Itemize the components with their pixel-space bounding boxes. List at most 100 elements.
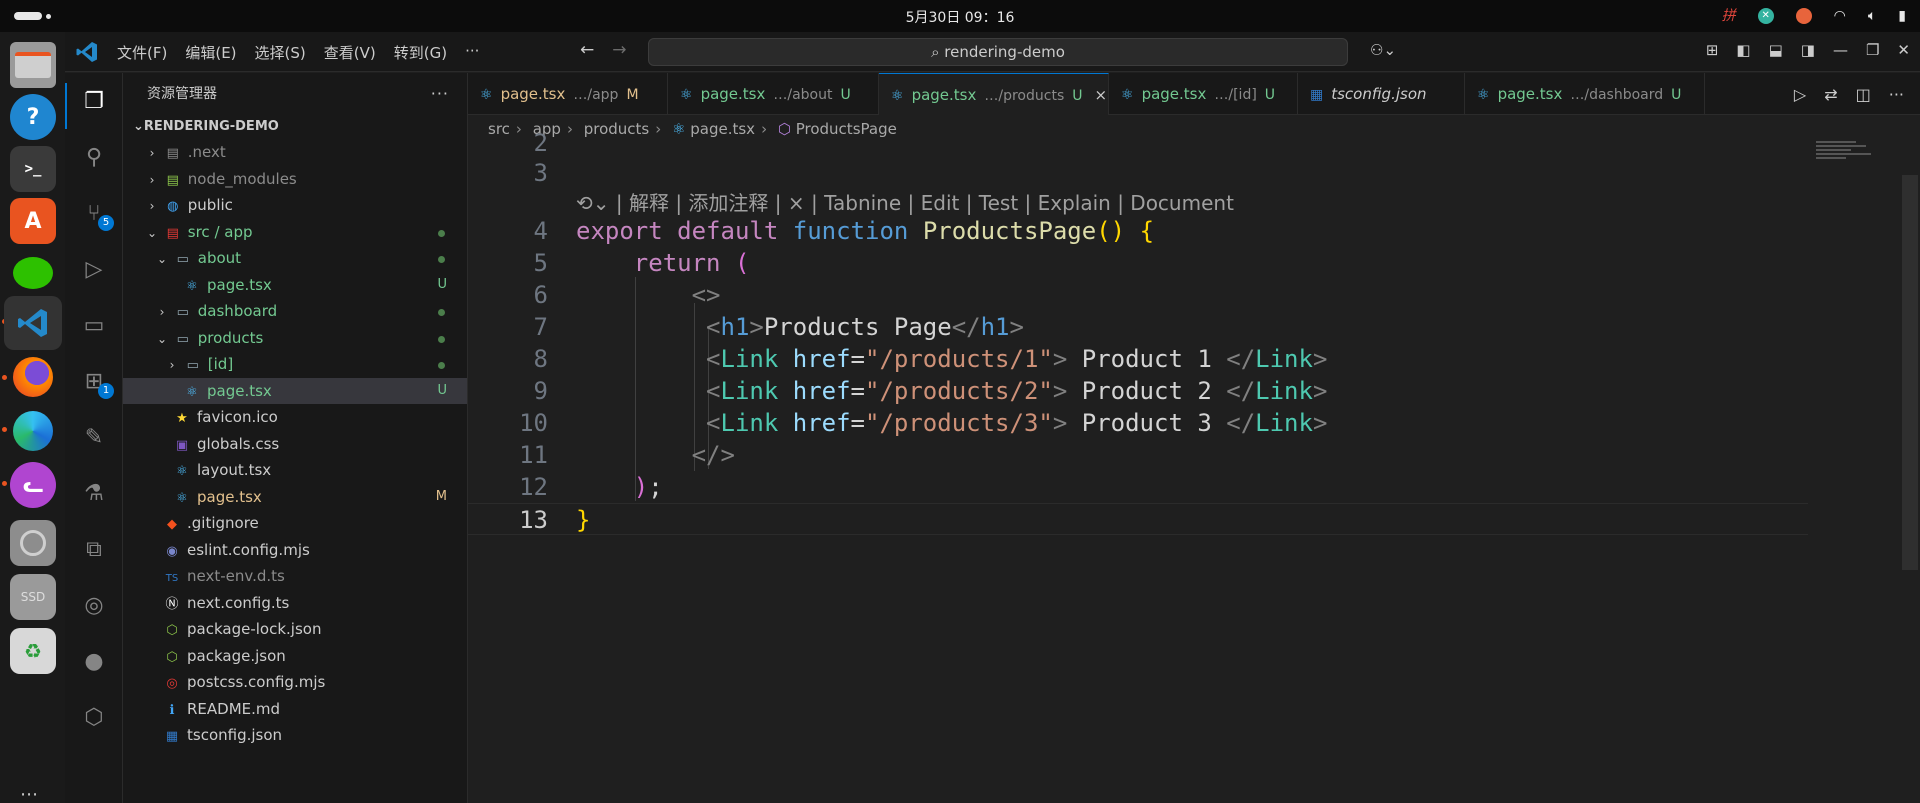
app-x-icon[interactable]: ✕ xyxy=(1757,8,1774,24)
tree-file-tsconfig[interactable]: ▦ tsconfig.json xyxy=(123,722,467,749)
terminal-app-icon[interactable]: >_ xyxy=(10,146,56,192)
search-view-icon[interactable]: ⚲ xyxy=(78,141,110,173)
tree-file-app-page[interactable]: ⚛ page.tsx M xyxy=(123,484,467,511)
firefox-app-icon[interactable] xyxy=(10,354,56,400)
source-control-icon[interactable]: ⑂ 5 xyxy=(78,197,114,231)
tree-file-next-env[interactable]: TS next-env.d.ts xyxy=(123,563,467,590)
disk-app-icon[interactable] xyxy=(10,520,56,566)
tab-products-page[interactable]: ⚛ page.tsx …/products U × xyxy=(879,73,1109,115)
tree-item-label: favicon.ico xyxy=(197,408,278,426)
menu-edit[interactable]: 编辑(E) xyxy=(185,42,236,63)
run-play-icon[interactable]: ▷ xyxy=(1794,85,1806,104)
forward-arrow-icon[interactable]: → xyxy=(612,40,626,60)
tab-app-page[interactable]: ⚛ page.tsx …/app M xyxy=(468,73,668,115)
line-number: 10 xyxy=(519,409,548,437)
toggle-panel-icon[interactable]: ⬓ xyxy=(1769,41,1783,59)
tree-folder-id[interactable]: › ▭ [id] xyxy=(123,351,467,378)
wechat-app-icon[interactable] xyxy=(10,250,56,296)
testing-flask-icon[interactable]: ⚗ xyxy=(78,477,110,509)
paint-brush-icon[interactable]: ✎ xyxy=(78,421,110,453)
github-icon[interactable]: ● xyxy=(78,645,110,677)
edge-app-icon[interactable] xyxy=(10,408,56,454)
extensions-icon[interactable]: ⊞ 1 xyxy=(78,365,114,399)
minimize-icon[interactable]: — xyxy=(1833,41,1848,59)
tree-file-eslint-config[interactable]: ◉ eslint.config.mjs xyxy=(123,537,467,564)
remote-explorer-icon[interactable]: ▭ xyxy=(78,309,110,341)
menu-file[interactable]: 文件(F) xyxy=(117,42,167,63)
codelens-icon[interactable]: ⟲⌄ xyxy=(576,191,610,215)
volume-icon[interactable]: 🔈︎ xyxy=(1868,6,1876,26)
tree-item-label: src / app xyxy=(187,222,253,241)
tree-file-readme[interactable]: ℹ README.md xyxy=(123,696,467,723)
code-editor[interactable]: 2 3 ⟲⌄ | 解释 | 添加注释 | × | Tabnine | Edit … xyxy=(468,129,1920,803)
tab-about-page[interactable]: ⚛ page.tsx …/about U xyxy=(668,73,879,115)
app-shield-icon[interactable] xyxy=(1795,8,1812,24)
split-editor-icon[interactable]: ◫ xyxy=(1856,85,1871,104)
menu-selection[interactable]: 选择(S) xyxy=(255,42,306,63)
tree-file-products-page[interactable]: ⚛ page.tsx U xyxy=(123,377,467,404)
tree-file-next-config[interactable]: Ⓝnext.config.ts xyxy=(123,590,467,617)
tree-file-globals-css[interactable]: ▣ globals.css xyxy=(123,431,467,458)
run-debug-icon[interactable]: ▷ xyxy=(78,253,110,285)
tree-file-postcss-config[interactable]: ◎ postcss.config.mjs xyxy=(123,669,467,696)
tree-folder-public[interactable]: › ◍ public xyxy=(123,192,467,219)
codelens-text[interactable]: | 解释 | 添加注释 | × | Tabnine | Edit | Test … xyxy=(616,191,1234,215)
tree-file-layout[interactable]: ⚛ layout.tsx xyxy=(123,457,467,484)
system-clock[interactable]: 5月30日 09：16 xyxy=(0,7,1920,27)
folder-open-icon: ▭ xyxy=(176,331,189,347)
app-center-icon[interactable]: A xyxy=(10,198,56,244)
react-file-icon: ⚛ xyxy=(186,278,198,294)
containers-icon[interactable]: ⧉ xyxy=(78,533,110,565)
punctuation-token: ; xyxy=(648,473,663,501)
tree-file-about-page[interactable]: ⚛ page.tsx U xyxy=(123,272,467,299)
help-app-icon[interactable]: ? xyxy=(10,94,56,140)
tab-tsconfig[interactable]: ▦ tsconfig.json xyxy=(1298,73,1465,115)
menu-more[interactable]: ··· xyxy=(465,42,479,63)
cat-app-icon[interactable]: ᓚ xyxy=(10,462,56,508)
string-token: "/products/2" xyxy=(865,377,1053,405)
explorer-more-icon[interactable]: ··· xyxy=(431,73,449,115)
battery-icon[interactable]: ▮ xyxy=(1898,6,1906,26)
minimap[interactable] xyxy=(1816,141,1876,171)
toggle-primary-sidebar-icon[interactable]: ◧ xyxy=(1736,41,1750,59)
tree-folder-src-app[interactable]: ⌄ ▤ src / app xyxy=(123,219,467,246)
more-actions-icon[interactable]: ··· xyxy=(1889,85,1904,104)
tree-folder-next[interactable]: › ▤ .next xyxy=(123,139,467,166)
tree-folder-dashboard[interactable]: › ▭ dashboard xyxy=(123,298,467,325)
tab-id-page[interactable]: ⚛ page.tsx …/[id] U xyxy=(1109,73,1298,115)
close-window-icon[interactable]: ✕ xyxy=(1897,41,1910,59)
tab-close-icon[interactable]: × xyxy=(1094,86,1107,104)
vscode-app-icon[interactable] xyxy=(4,296,62,350)
box-extension-icon[interactable]: ⬡ xyxy=(78,701,110,733)
codelens-actions[interactable]: ⟲⌄ | 解释 | 添加注释 | × | Tabnine | Edit | Te… xyxy=(576,190,1234,216)
explorer-files-icon[interactable]: ❐ xyxy=(78,85,110,117)
customize-layout-icon[interactable]: ⊞ xyxy=(1706,41,1719,59)
tree-file-favicon[interactable]: ★ favicon.ico xyxy=(123,404,467,431)
copilot-icon[interactable]: ⚇⌄ xyxy=(1370,41,1396,59)
editor-scrollbar[interactable] xyxy=(1902,175,1918,570)
git-status-untracked: U xyxy=(437,276,447,292)
menu-view[interactable]: 查看(V) xyxy=(324,42,376,63)
wifi-icon[interactable]: ◠ xyxy=(1834,6,1846,26)
jsx-text-token: Product 2 xyxy=(1067,377,1227,405)
restore-icon[interactable]: ❐ xyxy=(1866,41,1879,59)
tab-dashboard-page[interactable]: ⚛ page.tsx …/dashboard U xyxy=(1465,73,1705,115)
back-arrow-icon[interactable]: ← xyxy=(580,40,594,60)
edge-devtools-icon[interactable]: ◎ xyxy=(78,589,110,621)
tree-file-package-json[interactable]: ⬡ package.json xyxy=(123,643,467,670)
tree-folder-products[interactable]: ⌄ ▭ products xyxy=(123,325,467,352)
command-center-search[interactable]: ⌕ rendering-demo xyxy=(648,38,1348,66)
tree-file-gitignore[interactable]: ◆ .gitignore xyxy=(123,510,467,537)
tree-folder-about[interactable]: ⌄ ▭ about xyxy=(123,245,467,272)
menu-go[interactable]: 转到(G) xyxy=(394,42,447,63)
tree-file-package-lock[interactable]: ⬡ package-lock.json xyxy=(123,616,467,643)
trash-icon[interactable]: ♻ xyxy=(10,628,56,674)
tree-folder-node-modules[interactable]: › ▤ node_modules xyxy=(123,166,467,193)
show-apps-button[interactable]: ⋯ xyxy=(20,784,40,803)
workspace-root-folder[interactable]: ⌄RENDERING-DEMO xyxy=(123,115,467,139)
files-app-icon[interactable] xyxy=(10,42,56,88)
ssd-drive-icon[interactable]: SSD xyxy=(10,574,56,620)
toggle-secondary-sidebar-icon[interactable]: ◨ xyxy=(1801,41,1815,59)
input-method-icon[interactable]: 拼 xyxy=(1722,6,1736,26)
compare-changes-icon[interactable]: ⇄ xyxy=(1824,85,1837,104)
